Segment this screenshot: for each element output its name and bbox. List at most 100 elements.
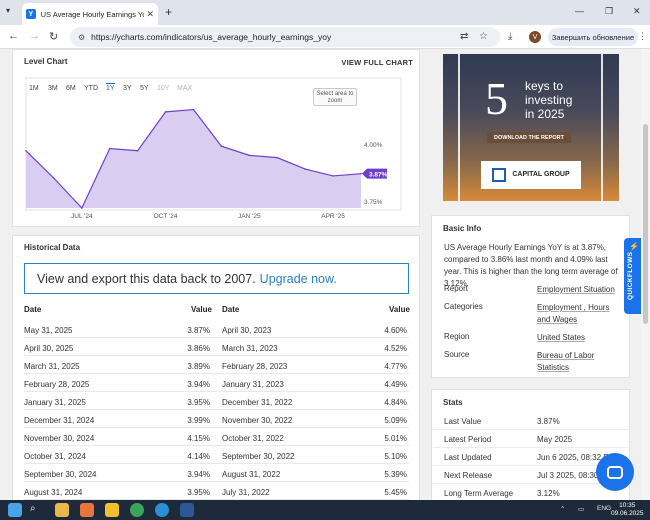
right-date-cell: September 30, 2022	[222, 452, 295, 461]
left-value-cell: 3.87%	[187, 326, 210, 335]
left-value-header: Value	[191, 305, 212, 314]
tab-title: US Average Hourly Earnings YoY |	[40, 9, 145, 19]
source-link[interactable]: Bureau of Labor Statistics	[537, 350, 622, 374]
update-button[interactable]: Завершить обновление	[548, 28, 638, 46]
page-scrollbar[interactable]	[641, 49, 650, 500]
categories-link[interactable]: Employment , Hours and Wages	[537, 302, 622, 326]
series-area	[26, 109, 361, 208]
capital-group-ad[interactable]: 5 keys to investing in 2025 DOWNLOAD THE…	[443, 54, 619, 201]
back-icon[interactable]: ←	[8, 30, 19, 42]
right-value-cell: 5.01%	[384, 434, 407, 443]
right-date-cell: January 31, 2023	[222, 380, 284, 389]
language-indicator[interactable]: ENG	[597, 505, 611, 512]
upgrade-banner: View and export this data back to 2007. …	[24, 263, 409, 294]
bookmark-star-icon[interactable]: ☆	[479, 31, 488, 42]
stat-row: Long Term Average 3.12%	[433, 484, 630, 500]
left-value-cell: 3.94%	[187, 470, 210, 479]
capital-group-logo-icon	[492, 168, 507, 182]
profile-avatar[interactable]: V	[529, 31, 541, 43]
tab-list-icon[interactable]: ▾	[6, 6, 16, 16]
stat-value: 3.87%	[537, 417, 560, 426]
download-icon[interactable]: ⤓	[508, 31, 512, 42]
new-tab-icon[interactable]: +	[165, 5, 172, 19]
left-value-cell: 4.14%	[187, 452, 210, 461]
reload-icon[interactable]: ↻	[49, 30, 58, 43]
ad-download-button[interactable]: DOWNLOAD THE REPORT	[487, 132, 571, 143]
x-tick-label: APR '25	[321, 213, 345, 220]
table-row: February 28, 2025 3.94% January 31, 2023 4.…	[24, 374, 409, 392]
level-chart-plot[interactable]: 4.00% 3.75% JUL '24 OCT '24 JAN '25 APR '25 3.…	[13, 50, 421, 228]
lightning-icon: ⚡	[629, 242, 639, 251]
right-date-cell: October 31, 2022	[222, 434, 284, 443]
windows-start-icon[interactable]	[8, 503, 22, 517]
forward-icon[interactable]: →	[29, 30, 40, 42]
right-value-cell: 5.10%	[384, 452, 407, 461]
word-icon[interactable]	[180, 503, 194, 517]
data-point	[192, 108, 195, 111]
ad-line-2: investing	[525, 93, 573, 107]
x-tick-label: JUL '24	[71, 213, 93, 220]
windows-taskbar: ⌕ ⌃ ▭ ENG 10:35 09.06.2025	[0, 500, 650, 520]
right-value-cell: 5.45%	[384, 488, 407, 497]
left-date-cell: March 31, 2025	[24, 362, 80, 371]
table-row: May 31, 2025 3.87% April 30, 2023 4.60%	[24, 320, 409, 338]
upgrade-now-link[interactable]: Upgrade now.	[260, 272, 337, 286]
left-value-cell: 3.95%	[187, 488, 210, 497]
network-icon[interactable]: ▭	[578, 505, 584, 513]
firefox-icon[interactable]	[80, 503, 94, 517]
right-value-cell: 4.84%	[384, 398, 407, 407]
right-date-header: Date	[222, 305, 240, 314]
left-date-cell: January 31, 2025	[24, 398, 86, 407]
clock-date: 09.06.2025	[611, 510, 644, 517]
left-value-cell: 3.95%	[187, 398, 210, 407]
chat-button[interactable]	[596, 453, 634, 491]
tab-close-icon[interactable]: ✕	[146, 9, 154, 20]
historical-title: Historical Data	[24, 243, 81, 252]
table-row: April 30, 2025 3.86% March 31, 2023 4.52%	[24, 338, 409, 356]
quickflows-tab[interactable]: ⚡ QUICKFLOWS	[624, 238, 642, 314]
right-date-cell: July 31, 2022	[222, 488, 270, 497]
left-date-cell: May 31, 2025	[24, 326, 73, 335]
site-info-icon[interactable]: ⚙	[78, 33, 85, 42]
system-clock[interactable]: 10:35 09.06.2025	[611, 502, 644, 518]
stat-value: 3.12%	[537, 489, 560, 498]
stat-label: Latest Period	[444, 435, 492, 444]
ad-decor-line	[458, 54, 460, 201]
left-date-cell: February 28, 2025	[24, 380, 90, 389]
browser-tab[interactable]: Y US Average Hourly Earnings YoY | ✕	[22, 3, 158, 25]
x-tick-label: OCT '24	[154, 213, 178, 220]
address-bar[interactable]: ⚙ https://ycharts.com/indicators/us_aver…	[70, 27, 500, 47]
menu-kebab-icon[interactable]: ⋮	[638, 31, 647, 42]
left-value-cell: 3.99%	[187, 416, 210, 425]
data-point	[164, 111, 167, 113]
y-tick-label: 4.00%	[364, 142, 383, 149]
data-point	[360, 172, 362, 175]
restore-icon[interactable]: ❐	[605, 6, 613, 17]
scrollbar-thumb[interactable]	[643, 124, 648, 324]
file-explorer-icon[interactable]	[55, 503, 69, 517]
left-value-cell: 3.94%	[187, 380, 210, 389]
url-text: https://ycharts.com/indicators/us_averag…	[91, 32, 332, 42]
tray-chevron-icon[interactable]: ⌃	[560, 505, 565, 513]
edge-icon[interactable]	[155, 503, 169, 517]
region-link[interactable]: United States	[537, 332, 622, 344]
categories-label: Categories	[444, 302, 483, 311]
ad-decor-line	[601, 54, 603, 201]
data-point	[276, 156, 279, 159]
chrome-icon[interactable]	[130, 503, 144, 517]
translate-icon[interactable]: ⇄	[460, 31, 468, 42]
minimize-icon[interactable]: —	[575, 6, 584, 16]
stat-label: Last Value	[444, 417, 482, 426]
data-point	[25, 149, 27, 152]
basic-info-card: Basic Info US Average Hourly Earnings Yo…	[431, 215, 630, 378]
tab-strip: ▾ Y US Average Hourly Earnings YoY | ✕ +…	[0, 0, 650, 25]
stat-label: Next Release	[444, 471, 493, 480]
window-close-icon[interactable]: ✕	[633, 6, 641, 17]
last-value-label: 3.87%	[369, 171, 388, 178]
search-icon[interactable]: ⌕	[30, 503, 44, 517]
folder-icon[interactable]	[105, 503, 119, 517]
left-date-cell: November 30, 2024	[24, 434, 95, 443]
quickflows-label: QUICKFLOWS	[627, 251, 634, 300]
report-link[interactable]: Employment Situation	[537, 284, 622, 296]
right-value-cell: 5.09%	[384, 416, 407, 425]
